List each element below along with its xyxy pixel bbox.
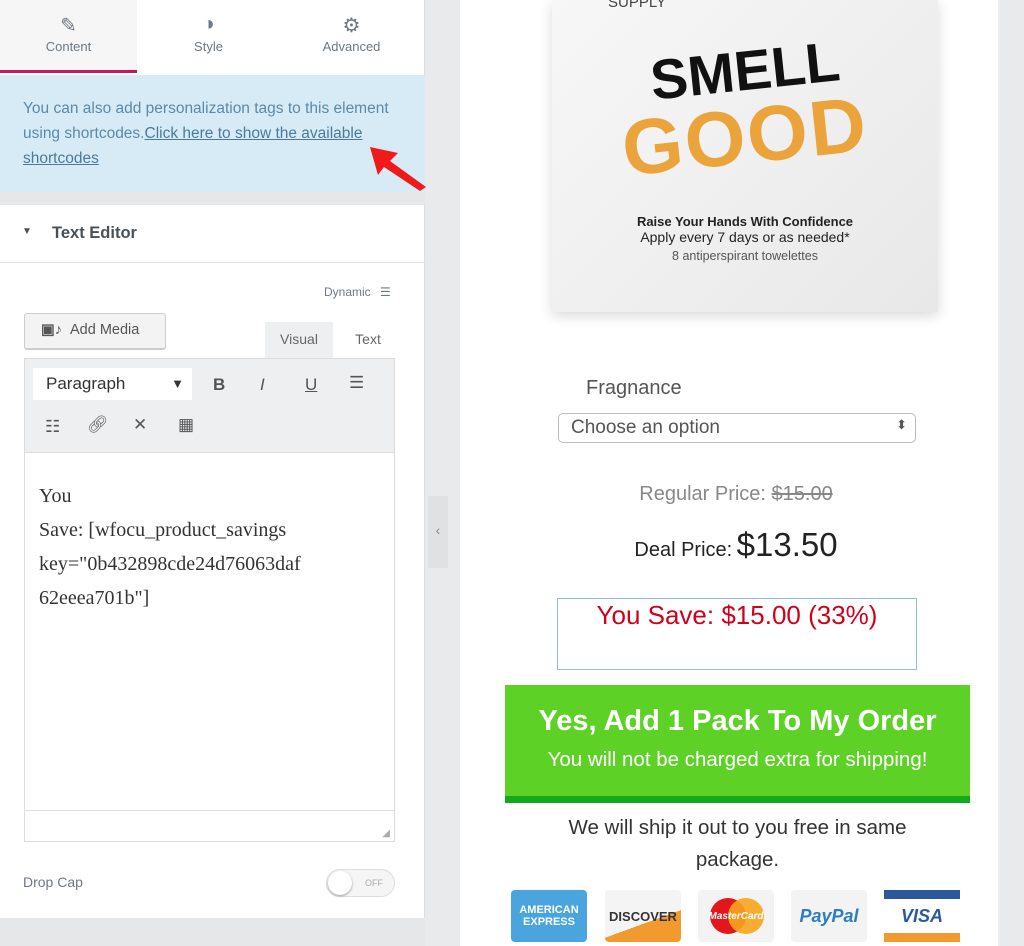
editor-content[interactable]: You Save: [wfocu_product_savings key="0b…	[25, 453, 394, 641]
tab-content[interactable]: ✎ Content	[0, 0, 137, 73]
editor-panel: ✎ Content ◑ Style ⚙ Advanced You can als…	[0, 0, 426, 946]
link-icon[interactable]: 🔗︎	[87, 415, 109, 435]
add-media-button[interactable]: ▣♪ Add Media	[24, 313, 166, 349]
add-media-label: Add Media	[69, 322, 140, 338]
add-to-order-button[interactable]: Yes, Add 1 Pack To My Order You will not…	[505, 685, 970, 803]
bullet-list-icon[interactable]: ☰	[349, 373, 364, 393]
variation-select[interactable]: Choose an option ⬍	[558, 413, 916, 443]
media-icon: ▣♪	[41, 322, 62, 338]
gear-icon: ⚙	[342, 15, 361, 37]
select-value: Choose an option	[571, 417, 720, 438]
variation-label: Fragnance	[586, 377, 682, 399]
preview-area: SUPPLY SMELL GOOD Raise Your Hands With …	[460, 0, 1000, 946]
tab-style[interactable]: ◑ Style	[140, 0, 277, 73]
database-icon: ☰	[380, 285, 391, 299]
drop-cap-label: Drop Cap	[23, 874, 83, 890]
savings-box: You Save: $15.00 (33%)	[557, 598, 917, 670]
section-title: Text Editor	[52, 224, 137, 242]
collapse-panel-button[interactable]: ‹	[428, 496, 448, 568]
product-brand: SUPPLY	[608, 0, 667, 11]
tab-label: Advanced	[322, 39, 381, 54]
visa-card-icon: VISA	[884, 890, 960, 942]
chevron-down-icon: ▼	[171, 376, 184, 391]
product-tagline: Raise Your Hands With Confidence	[636, 214, 854, 229]
tab-label: Content	[45, 39, 92, 54]
contrast-icon: ◑	[202, 13, 215, 35]
tab-text[interactable]: Text	[338, 322, 398, 359]
red-arrow-icon	[370, 147, 426, 191]
editor-toolbar: Paragraph ▼ B I U ☰ ☷ 🔗︎ ✕ ▦	[25, 359, 394, 453]
select-arrows-icon: ⬍	[896, 417, 907, 432]
section-header[interactable]: ▼ Text Editor	[0, 205, 425, 263]
format-value: Paragraph	[46, 374, 126, 393]
caret-down-icon: ▼	[22, 226, 32, 237]
bold-button[interactable]: B	[213, 375, 225, 395]
toggle-label: OFF	[365, 878, 383, 888]
text-editor: Paragraph ▼ B I U ☰ ☷ 🔗︎ ✕ ▦ You Save: […	[24, 358, 395, 842]
deal-price-label: Deal Price:	[634, 539, 733, 561]
mastercard-card-icon: MasterCard	[698, 890, 774, 942]
content-line: 62eeea701b"]	[39, 587, 150, 609]
deal-price-value: $13.50	[736, 526, 838, 563]
discover-card-icon: DISCOVER	[605, 890, 681, 942]
product-count: 8 antiperspirant towelettes	[672, 249, 818, 263]
italic-button[interactable]: I	[260, 375, 265, 395]
tab-visual[interactable]: Visual	[265, 322, 333, 359]
pencil-icon: ✎	[60, 15, 77, 37]
amex-card-icon: AMERICAN EXPRESS	[511, 890, 587, 942]
chevron-left-icon: ‹	[435, 522, 441, 538]
content-line: key="0b432898cde24d76063daf	[39, 553, 301, 575]
product-sub: Apply every 7 days or as needed*	[640, 229, 850, 245]
tab-label: Style	[194, 39, 223, 54]
regular-price: Regular Price: $15.00	[460, 483, 998, 506]
tab-advanced[interactable]: ⚙ Advanced	[283, 0, 420, 73]
cta-subtitle: You will not be charged extra for shippi…	[547, 748, 928, 771]
mastercard-label: MasterCard	[708, 910, 764, 922]
divider	[0, 192, 425, 205]
content-line: You	[39, 485, 72, 507]
resize-handle-icon[interactable]: ◢	[382, 828, 390, 839]
content-line: Save: [wfocu_product_savings	[39, 519, 287, 541]
keyboard-icon[interactable]: ▦	[178, 415, 194, 435]
cta-title: Yes, Add 1 Pack To My Order	[538, 705, 937, 737]
regular-price-value: $15.00	[771, 483, 833, 505]
shortcode-notice: You can also add personalization tags to…	[0, 75, 425, 192]
panel-footer	[0, 918, 425, 946]
dynamic-button[interactable]: Dynamic ☰	[324, 285, 391, 299]
drop-cap-toggle[interactable]: OFF	[326, 869, 395, 897]
fullscreen-icon[interactable]: ✕	[133, 415, 147, 435]
shipping-note: We will ship it out to you free in same …	[568, 816, 907, 871]
format-select[interactable]: Paragraph ▼	[33, 368, 192, 400]
editor-statusbar: ◢	[25, 810, 394, 841]
paypal-card-icon: PayPal	[791, 890, 867, 942]
numbered-list-icon[interactable]: ☷	[45, 417, 60, 437]
dynamic-label: Dynamic	[324, 285, 371, 299]
underline-button[interactable]: U	[305, 375, 317, 395]
regular-price-label: Regular Price:	[639, 483, 766, 505]
product-image: SUPPLY SMELL GOOD Raise Your Hands With …	[552, 0, 938, 312]
deal-price: Deal Price: $13.50	[460, 526, 998, 564]
toggle-knob	[328, 871, 352, 895]
